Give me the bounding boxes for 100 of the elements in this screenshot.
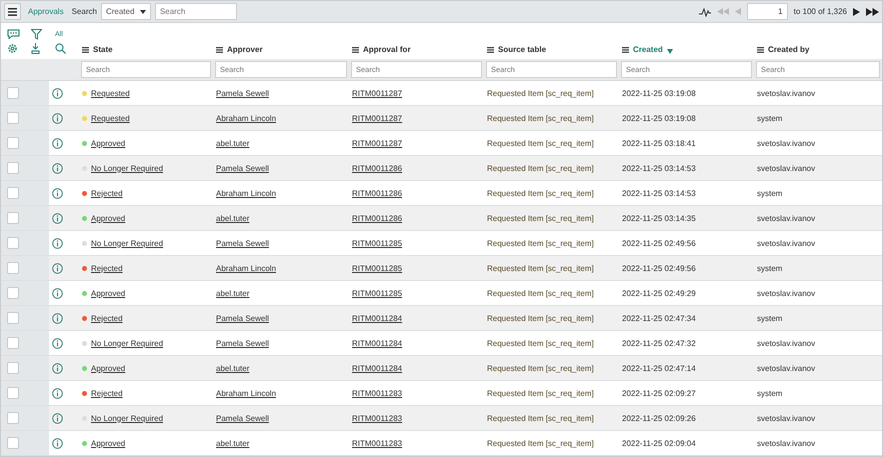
approver-link[interactable]: Abraham Lincoln [216,114,276,122]
state-link[interactable]: No Longer Required [91,338,164,348]
record-link[interactable]: RITM0011287 [352,114,402,122]
row-checkbox[interactable] [7,287,19,299]
approver-link[interactable]: Pamela Sewell [216,164,269,172]
state-link[interactable]: Rejected [91,188,123,198]
record-link[interactable]: RITM0011285 [352,288,402,298]
table-cell: 2022-11-25 02:49:56 [622,264,696,272]
info-icon[interactable] [52,238,63,248]
info-icon[interactable] [52,438,63,448]
record-link[interactable]: RITM0011283 [352,388,402,398]
state-link[interactable]: Rejected [91,314,123,322]
info-icon[interactable] [52,212,63,224]
info-icon[interactable] [52,288,63,298]
approver-link[interactable]: abel.tuter [216,138,250,148]
row-checkbox[interactable] [7,187,19,199]
record-link[interactable]: RITM0011284 [352,364,402,372]
record-link[interactable]: RITM0011284 [352,314,402,322]
search-field[interactable]: Search [154,3,237,20]
column-header[interactable]: Created by [757,45,810,54]
column-header[interactable]: State [82,45,113,54]
record-link[interactable]: RITM0011286 [352,214,402,222]
row-checkbox[interactable] [7,212,19,224]
approver-link[interactable]: Pamela Sewell [216,414,269,422]
row-checkbox[interactable] [7,312,19,324]
state-link[interactable]: Approved [91,438,126,448]
comment-icon[interactable] [7,29,20,39]
record-link[interactable]: RITM0011283 [352,438,402,448]
row-checkbox[interactable] [7,87,19,99]
column-header[interactable]: Approver [216,45,263,54]
state-link[interactable]: Approved [91,288,126,298]
approver-link[interactable]: Abraham Lincoln [216,388,276,398]
row-checkbox[interactable] [7,162,19,174]
record-link[interactable]: RITM0011285 [352,238,402,248]
table-cell: Requested Item [sc_req_item] [487,114,594,122]
state-link[interactable]: No Longer Required [91,164,164,172]
row-checkbox[interactable] [7,412,19,424]
column-header[interactable]: Source table [487,45,546,54]
next-page-icon[interactable] [853,8,860,16]
record-link[interactable]: RITM0011283 [352,414,402,422]
approver-link[interactable]: abel.tuter [216,214,250,222]
state-link[interactable]: Requested [91,88,130,98]
info-icon[interactable] [52,162,63,174]
state-link[interactable]: Approved [91,364,126,372]
approver-link[interactable]: abel.tuter [216,288,250,298]
sort-descending-icon[interactable] [666,49,673,54]
approver-link[interactable]: Pamela Sewell [216,88,269,98]
menu-button[interactable] [4,3,21,20]
info-icon[interactable] [52,312,63,324]
row-checkbox[interactable] [7,362,19,374]
state-link[interactable]: Rejected [91,388,123,398]
record-link[interactable]: RITM0011286 [352,188,402,198]
record-link[interactable]: RITM0011285 [352,264,402,272]
state-link[interactable]: No Longer Required [91,238,164,248]
approver-link[interactable]: Abraham Lincoln [216,264,276,272]
info-icon[interactable] [52,338,63,348]
row-checkbox[interactable] [7,112,19,124]
record-link[interactable]: RITM0011286 [352,164,402,172]
approver-link[interactable]: Pamela Sewell [216,314,269,322]
page-field[interactable]: 1 [746,3,788,20]
field-select[interactable]: Created [100,3,151,20]
approver-link[interactable]: Abraham Lincoln [216,188,276,198]
table-cell: Requested Item [sc_req_item] [487,164,594,172]
info-icon[interactable] [52,138,63,148]
row-checkbox[interactable] [7,437,19,449]
info-icon[interactable] [52,112,63,124]
search-icon[interactable] [55,42,66,54]
state-link[interactable]: Rejected [91,264,123,272]
state-link[interactable]: Requested [91,114,130,122]
record-link[interactable]: RITM0011287 [352,88,402,98]
info-icon[interactable] [52,88,63,98]
state-link[interactable]: Approved [91,214,126,222]
approver-link[interactable]: Pamela Sewell [216,238,269,248]
approver-link[interactable]: abel.tuter [216,364,250,372]
info-icon[interactable] [52,188,63,198]
row-checkbox[interactable] [7,337,19,349]
info-icon[interactable] [52,388,63,398]
column-header[interactable]: Approval for [352,45,411,54]
table-cell: Requested Item [sc_req_item] [487,138,594,148]
state-link[interactable]: No Longer Required [91,414,164,422]
last-page-icon[interactable] [866,8,879,16]
state-link[interactable]: Approved [91,138,126,148]
row-checkbox[interactable] [7,387,19,399]
record-link[interactable]: RITM0011284 [352,338,402,348]
info-icon[interactable] [52,262,63,274]
row-checkbox[interactable] [7,262,19,274]
row-checkbox[interactable] [7,137,19,149]
record-link[interactable]: RITM0011287 [352,138,402,148]
approver-link[interactable]: abel.tuter [216,438,250,448]
column-header[interactable]: Created [622,45,663,54]
activity-icon[interactable] [698,6,711,16]
filter-icon[interactable] [31,28,42,40]
info-icon[interactable] [52,412,63,424]
list-title[interactable]: Approvals [28,7,64,16]
table-cell: Requested Item [sc_req_item] [487,288,594,298]
approver-link[interactable]: Pamela Sewell [216,338,269,348]
settings-icon[interactable] [7,42,18,54]
info-icon[interactable] [52,362,63,374]
row-checkbox[interactable] [7,237,19,249]
download-icon[interactable] [31,42,40,54]
